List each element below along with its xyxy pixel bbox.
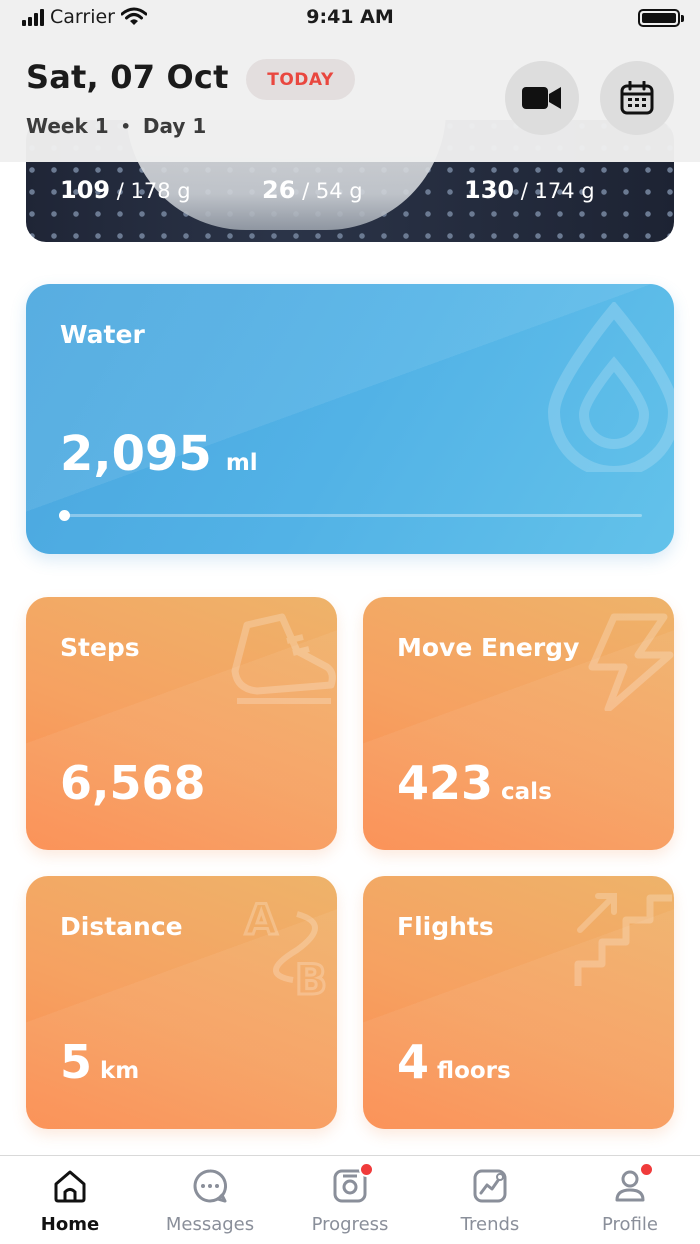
tab-profile-label: Profile <box>602 1214 658 1235</box>
lightning-icon <box>588 613 674 711</box>
profile-notification-badge <box>639 1162 654 1177</box>
tab-home-label: Home <box>40 1214 100 1235</box>
video-camera-icon <box>522 87 561 109</box>
water-progress-bar <box>59 510 642 521</box>
week-day-label: Week 1 • Day 1 <box>26 114 206 138</box>
move-energy-amount: 423 <box>397 756 494 810</box>
scale-icon <box>332 1162 374 1204</box>
a-to-b-icon: A B <box>244 894 329 1001</box>
steps-card[interactable]: Steps 6,568 <box>26 597 337 850</box>
status-bar: Carrier 9:41 AM <box>0 0 700 40</box>
week-label: Week 1 <box>26 114 109 138</box>
chat-bubble-icon <box>192 1168 228 1204</box>
flights-value: 4 floors <box>397 1035 511 1089</box>
move-energy-card[interactable]: Move Energy 423 cals <box>363 597 674 850</box>
distance-title: Distance <box>60 912 183 941</box>
distance-card[interactable]: A B Distance 5 km <box>26 876 337 1129</box>
tab-home[interactable]: Home <box>0 1156 140 1244</box>
tab-messages[interactable]: Messages <box>140 1156 280 1244</box>
macro-fat: 26 / 54 g <box>262 176 363 204</box>
steps-title: Steps <box>60 633 140 662</box>
svg-text:A: A <box>245 895 278 944</box>
battery-icon <box>638 9 684 27</box>
tab-trends[interactable]: Trends <box>420 1156 560 1244</box>
tab-progress-label: Progress <box>311 1214 389 1235</box>
distance-value: 5 km <box>60 1035 139 1089</box>
distance-unit: km <box>100 1058 140 1084</box>
day-label: Day 1 <box>142 114 207 138</box>
flights-count: 4 <box>397 1035 430 1089</box>
video-button[interactable] <box>505 61 579 135</box>
move-energy-title: Move Energy <box>397 633 580 662</box>
water-amount: 2,095 <box>60 426 212 482</box>
separator-dot: • <box>120 116 131 136</box>
move-energy-unit: cals <box>501 779 552 805</box>
tab-profile[interactable]: Profile <box>560 1156 700 1244</box>
today-button[interactable]: TODAY <box>246 59 355 100</box>
clock: 9:41 AM <box>306 6 394 28</box>
calendar-button[interactable] <box>600 61 674 135</box>
svg-text:B: B <box>295 955 327 1000</box>
water-unit: ml <box>225 450 258 476</box>
trends-chart-icon <box>472 1168 508 1204</box>
tab-bar: Home Messages Progress Trends Profile <box>0 1155 700 1244</box>
water-progress-knob <box>59 510 70 521</box>
page-title: Sat, 07 Oct <box>26 58 229 96</box>
tab-progress[interactable]: Progress <box>280 1156 420 1244</box>
progress-notification-badge <box>359 1162 374 1177</box>
water-card[interactable]: Water 2,095 ml <box>26 284 674 554</box>
steps-count: 6,568 <box>60 756 206 810</box>
move-energy-value: 423 cals <box>397 756 552 810</box>
stairs-icon <box>574 893 672 986</box>
home-icon <box>52 1168 88 1204</box>
macros-row: 109 / 178 g 26 / 54 g 130 / 174 g <box>0 176 700 216</box>
distance-amount: 5 <box>60 1035 93 1089</box>
user-icon <box>612 1162 654 1204</box>
tab-messages-label: Messages <box>165 1214 255 1235</box>
macro-protein: 130 / 174 g <box>464 176 595 204</box>
flights-title: Flights <box>397 912 494 941</box>
steps-value: 6,568 <box>60 756 214 810</box>
macro-carbs: 109 / 178 g <box>60 176 191 204</box>
calendar-icon <box>620 81 654 115</box>
flights-card[interactable]: Flights 4 floors <box>363 876 674 1129</box>
water-value: 2,095 ml <box>60 426 258 482</box>
flights-unit: floors <box>437 1058 511 1084</box>
water-drop-icon <box>547 302 674 472</box>
water-title: Water <box>60 320 145 349</box>
sneaker-icon <box>231 613 336 704</box>
tab-trends-label: Trends <box>460 1214 520 1235</box>
